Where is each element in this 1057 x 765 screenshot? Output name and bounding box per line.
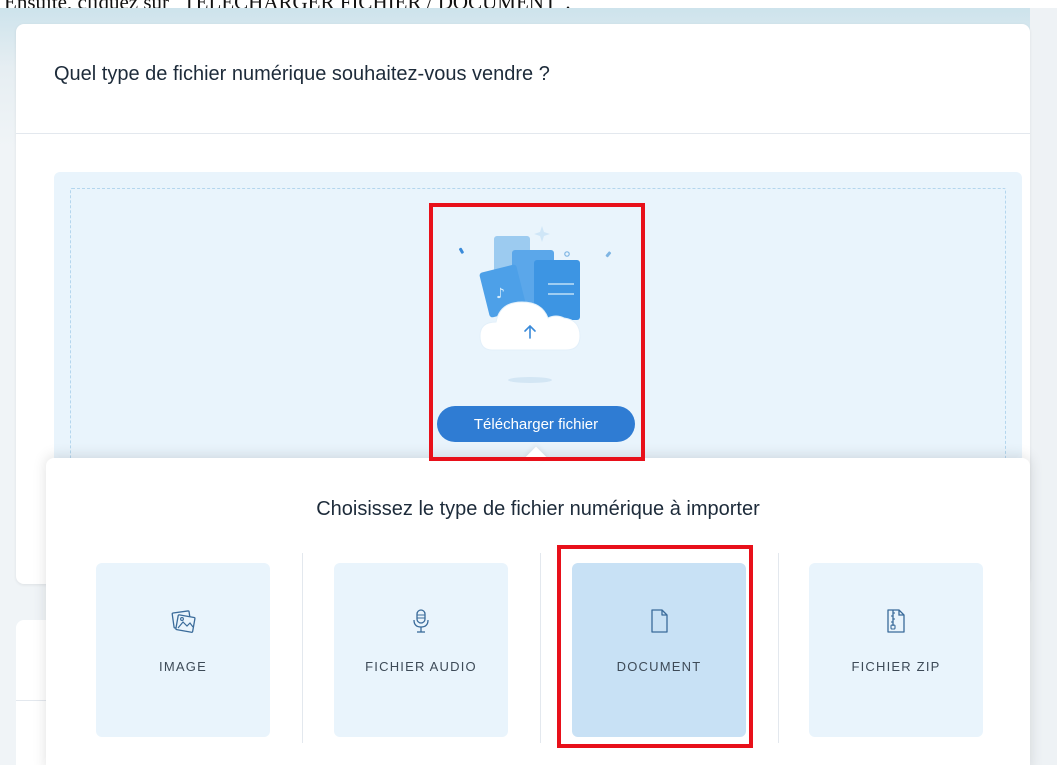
popover-title: Choisissez le type de fichier numérique … [316, 498, 760, 520]
file-type-label: FICHIER AUDIO [365, 659, 477, 674]
file-type-image[interactable]: IMAGE [96, 563, 270, 737]
highlight-document [557, 545, 753, 748]
divider [540, 553, 541, 743]
file-type-audio[interactable]: FICHIER AUDIO [334, 563, 508, 737]
zip-file-icon [887, 609, 905, 633]
page-background-strip [1030, 8, 1057, 765]
microphone-icon [413, 609, 429, 633]
divider [302, 553, 303, 743]
card-header: Quel type de fichier numérique souhaitez… [16, 24, 1030, 134]
highlight-upload [429, 203, 645, 461]
file-type-zip[interactable]: FICHIER ZIP [809, 563, 983, 737]
file-type-label: IMAGE [159, 659, 207, 674]
image-icon [171, 610, 196, 633]
divider [778, 553, 779, 743]
file-type-label: FICHIER ZIP [851, 659, 941, 674]
file-type-popover: Choisissez le type de fichier numérique … [46, 446, 1030, 765]
card-title: Quel type de fichier numérique souhaitez… [54, 63, 550, 85]
